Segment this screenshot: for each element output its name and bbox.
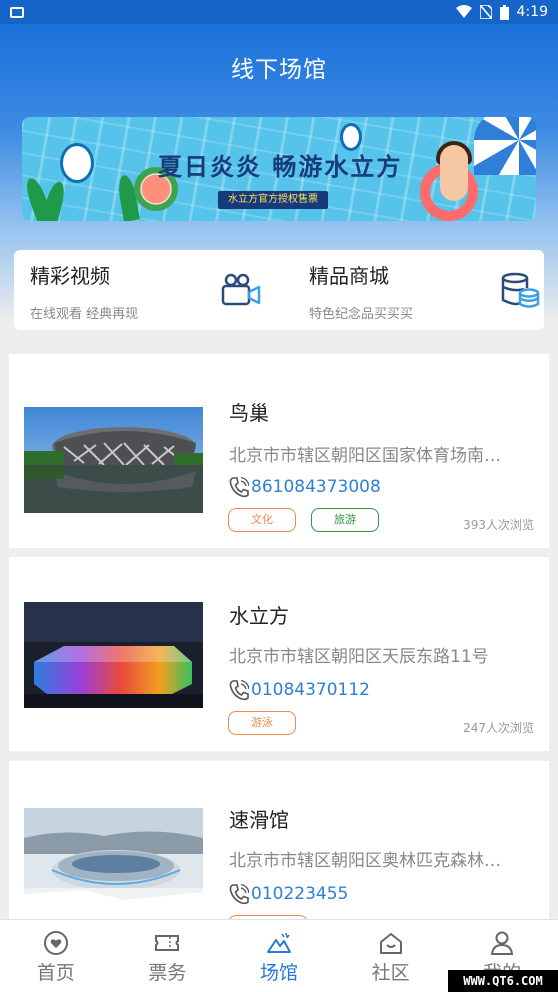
venue-card[interactable]: 鸟巢 北京市市辖区朝阳区国家体育场南… 861084373008 文化 旅游 3…	[9, 354, 549, 548]
quick-link-videos[interactable]: 精彩视频 在线观看 经典再现	[14, 250, 279, 330]
venue-thumbnail	[24, 808, 203, 914]
venue-phone[interactable]: 861084373008	[229, 476, 381, 498]
quick-link-title: 精彩视频	[30, 264, 110, 288]
wifi-icon	[455, 5, 472, 18]
venue-address: 北京市市辖区朝阳区奥林匹克森林…	[229, 851, 501, 871]
quick-link-subtitle: 特色纪念品买买买	[309, 307, 414, 322]
user-icon	[491, 931, 514, 955]
venue-address: 北京市市辖区朝阳区国家体育场南…	[229, 446, 501, 466]
umbrella-decoration	[474, 117, 536, 175]
phone-icon	[229, 679, 249, 701]
community-icon	[379, 933, 402, 954]
page-title: 线下场馆	[231, 57, 327, 83]
database-icon	[501, 272, 540, 308]
venue-name: 水立方	[229, 604, 289, 628]
tab-label: 首页	[36, 962, 75, 984]
notification-icon	[10, 6, 24, 18]
tab-label: 场馆	[259, 962, 298, 984]
venue-thumbnail	[24, 602, 203, 708]
phone-icon	[229, 476, 249, 498]
quick-links-card: 精彩视频 在线观看 经典再现 精品商城 特色纪念品买买买	[14, 250, 544, 330]
venue-tag: 旅游	[311, 508, 379, 532]
site-watermark: WWW.QT6.COM	[448, 970, 558, 992]
tab-venues[interactable]: 场馆	[223, 920, 335, 992]
venue-card[interactable]: 水立方 北京市市辖区朝阳区天辰东路11号 01084370112 游泳 247人…	[9, 557, 549, 751]
ticket-icon	[155, 935, 180, 951]
promo-banner[interactable]: 夏日炎炎 畅游水立方 水立方官方授权售票	[22, 117, 536, 221]
banner-subline: 水立方官方授权售票	[218, 191, 328, 209]
phone-number: 010223455	[251, 884, 349, 904]
video-camera-icon	[221, 273, 261, 306]
tab-label: 票务	[148, 962, 187, 984]
tab-tickets[interactable]: 票务	[112, 920, 224, 992]
venue-phone[interactable]: 010223455	[229, 883, 348, 905]
status-bar: 4:19	[0, 0, 558, 24]
quick-link-mall[interactable]: 精品商城 特色纪念品买买买	[293, 250, 558, 330]
banner-headline: 夏日炎炎 畅游水立方	[158, 153, 403, 181]
venue-name: 鸟巢	[229, 401, 269, 425]
venue-phone[interactable]: 01084370112	[229, 679, 370, 701]
tab-label: 社区	[371, 962, 410, 984]
swimmer-illustration	[440, 145, 468, 201]
quick-link-title: 精品商城	[309, 264, 389, 288]
view-count: 393人次浏览	[463, 518, 534, 532]
view-count: 247人次浏览	[463, 721, 534, 735]
phone-icon	[229, 883, 249, 905]
battery-icon	[499, 4, 509, 20]
status-time: 4:19	[516, 4, 548, 20]
venue-tag: 游泳	[228, 711, 296, 735]
phone-number: 861084373008	[251, 477, 381, 497]
water-drop-icon	[60, 143, 94, 183]
tab-community[interactable]: 社区	[335, 920, 447, 992]
phone-number: 01084370112	[251, 680, 370, 700]
no-sim-icon	[479, 5, 492, 19]
quick-link-subtitle: 在线观看 经典再现	[30, 307, 139, 322]
venue-tag: 文化	[228, 508, 296, 532]
tab-home[interactable]: 首页	[0, 920, 112, 992]
venue-thumbnail	[24, 407, 203, 513]
venue-name: 速滑馆	[229, 808, 289, 832]
heart-icon	[43, 931, 68, 955]
venue-address: 北京市市辖区朝阳区天辰东路11号	[229, 647, 489, 667]
venue-icon	[266, 932, 291, 953]
